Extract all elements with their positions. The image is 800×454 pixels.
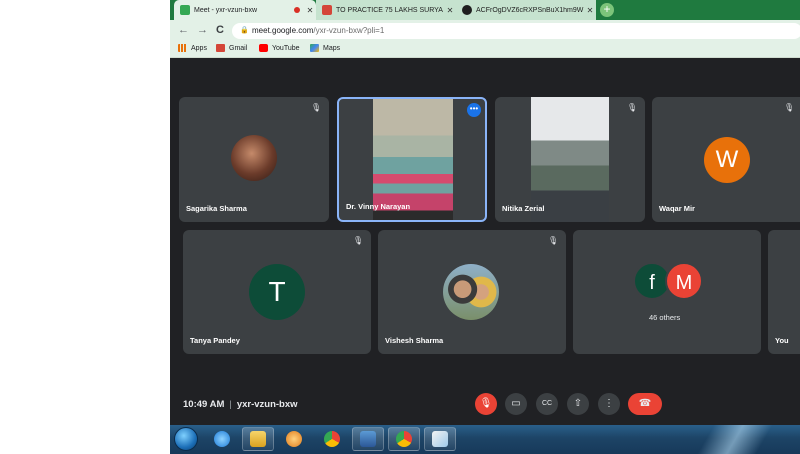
bookmark-label: Maps [323, 44, 341, 52]
taskbar-media[interactable] [278, 427, 310, 451]
taskbar-chrome-active[interactable] [388, 427, 420, 451]
participant-tile-you[interactable]: You [768, 230, 800, 354]
taskbar-word[interactable] [352, 427, 384, 451]
taskbar-ie[interactable] [206, 427, 238, 451]
tab-strip: Meet - yxr-vzun-bxw ✕ TO PRACTICE 75 LAK… [170, 0, 800, 20]
word-icon [360, 431, 376, 447]
mic-off-icon: 🎙 [353, 236, 364, 245]
media-player-icon [286, 431, 302, 447]
browser-window: Meet - yxr-vzun-bxw ✕ TO PRACTICE 75 LAK… [170, 0, 800, 454]
close-tab-icon[interactable]: ✕ [584, 6, 596, 15]
participant-name: Tanya Pandey [190, 336, 240, 345]
recording-dot-icon [294, 7, 300, 13]
participant-tile-vinny[interactable]: ••• Dr. Vinny Narayan [337, 97, 487, 222]
mic-toggle-button[interactable]: 🎙 [475, 393, 497, 415]
camera-toggle-button[interactable]: ▭ [505, 393, 527, 415]
close-tab-icon[interactable]: ✕ [304, 6, 316, 15]
taskbar-explorer[interactable] [242, 427, 274, 451]
back-arrow-icon[interactable]: ← [178, 24, 189, 36]
maps-icon [310, 44, 319, 52]
url-path: /yxr-vzun-bxw?pli=1 [313, 26, 385, 35]
start-button[interactable] [174, 427, 198, 451]
taskbar-chrome[interactable] [316, 427, 348, 451]
new-tab-button[interactable]: + [600, 3, 614, 17]
participant-name: Dr. Vinny Narayan [346, 202, 411, 211]
meet-favicon-icon [180, 5, 190, 15]
meeting-info: 10:49 AM | yxr-vzun-bxw [183, 399, 298, 410]
taskbar-wallpaper-streak [670, 425, 800, 454]
camera-icon: ▭ [511, 398, 521, 409]
folder-icon [250, 431, 266, 447]
bookmark-gmail[interactable]: Gmail [216, 44, 247, 52]
tab-label: Meet - yxr-vzun-bxw [194, 6, 258, 14]
participant-name: Waqar Mir [659, 204, 695, 213]
tab-label: ACFrOgDVZ6cRXPSnBuX1hm9W [476, 6, 584, 14]
present-button[interactable]: ⇧ [567, 393, 589, 415]
taskbar-paint[interactable] [424, 427, 456, 451]
participant-tile-waqar[interactable]: 🎙 W Waqar Mir [652, 97, 800, 222]
more-options-icon[interactable]: ••• [467, 103, 481, 117]
leave-call-button[interactable]: ☎ [628, 393, 662, 415]
mic-off-icon: 🎙 [784, 103, 795, 112]
lock-icon: 🔒 [240, 27, 249, 34]
bookmark-apps[interactable]: Apps [178, 44, 207, 52]
apps-grid-icon [178, 44, 187, 52]
url-host: meet.google.com [252, 26, 314, 35]
more-vert-icon: ⋮ [604, 398, 614, 409]
participant-name: You [775, 336, 789, 345]
avatar-initial: T [249, 264, 305, 320]
mic-off-icon: 🎙 [479, 398, 493, 409]
tab-label: TO PRACTICE 75 LAKHS SURYA N [336, 6, 444, 14]
others-tile[interactable]: f M 46 others [573, 230, 761, 354]
internet-explorer-icon [214, 431, 230, 447]
meeting-code: yxr-vzun-bxw [236, 399, 298, 410]
close-tab-icon[interactable]: ✕ [444, 6, 456, 15]
tab-document[interactable]: ACFrOgDVZ6cRXPSnBuX1hm9W ✕ [456, 0, 596, 20]
captions-icon: CC [541, 400, 553, 407]
reload-icon[interactable]: C [216, 24, 224, 36]
mic-off-icon: 🎙 [627, 103, 638, 112]
url-field[interactable]: 🔒 meet.google.com/yxr-vzun-bxw?pli=1 [232, 23, 800, 39]
bookmark-label: Apps [191, 44, 207, 52]
avatar-initial: W [704, 137, 750, 183]
avatar-photo [443, 264, 499, 320]
chrome-icon [324, 431, 340, 447]
participant-tile-tanya[interactable]: 🎙 T Tanya Pandey [183, 230, 371, 354]
participant-tile-vishesh[interactable]: 🎙 Vishesh Sharma [378, 230, 566, 354]
participant-name: Nitika Zerial [502, 204, 545, 213]
others-count: 46 others [649, 313, 681, 322]
tab-meet[interactable]: Meet - yxr-vzun-bxw ✕ [174, 0, 316, 20]
bookmark-label: Gmail [229, 44, 248, 52]
avatar-initial: M [665, 262, 703, 300]
clock-time: 10:49 AM [183, 399, 225, 410]
tab-gmail[interactable]: TO PRACTICE 75 LAKHS SURYA N ✕ [316, 0, 456, 20]
present-icon: ⇧ [573, 398, 583, 409]
participant-name: Sagarika Sharma [186, 204, 247, 213]
mic-off-icon: 🎙 [548, 236, 559, 245]
gmail-favicon-icon [322, 5, 332, 15]
bookmark-youtube[interactable]: YouTube [259, 44, 300, 52]
youtube-icon [259, 44, 268, 52]
chrome-icon [396, 431, 412, 447]
meet-stage: 🎙 Sagarika Sharma ••• Dr. Vinny Narayan … [170, 59, 800, 425]
bookmark-maps[interactable]: Maps [310, 44, 340, 52]
more-options-button[interactable]: ⋮ [598, 393, 620, 415]
address-bar-row: ← → C 🔒 meet.google.com/yxr-vzun-bxw?pli… [170, 20, 800, 41]
mic-off-icon: 🎙 [311, 103, 322, 112]
captions-button[interactable]: CC [536, 393, 558, 415]
hangup-icon: ☎ [638, 398, 652, 409]
avatar-photo [231, 135, 277, 181]
forward-arrow-icon[interactable]: → [197, 24, 208, 36]
bookmarks-bar: Apps Gmail YouTube Maps [170, 41, 800, 58]
globe-favicon-icon [462, 5, 472, 15]
bookmark-label: YouTube [272, 44, 300, 52]
participant-name: Vishesh Sharma [385, 336, 444, 345]
participant-tile-sagarika[interactable]: 🎙 Sagarika Sharma [179, 97, 329, 222]
separator: | [229, 399, 232, 410]
paint-icon [432, 431, 448, 447]
gmail-icon [216, 44, 225, 52]
participant-tile-nitika[interactable]: 🎙 Nitika Zerial [495, 97, 645, 222]
